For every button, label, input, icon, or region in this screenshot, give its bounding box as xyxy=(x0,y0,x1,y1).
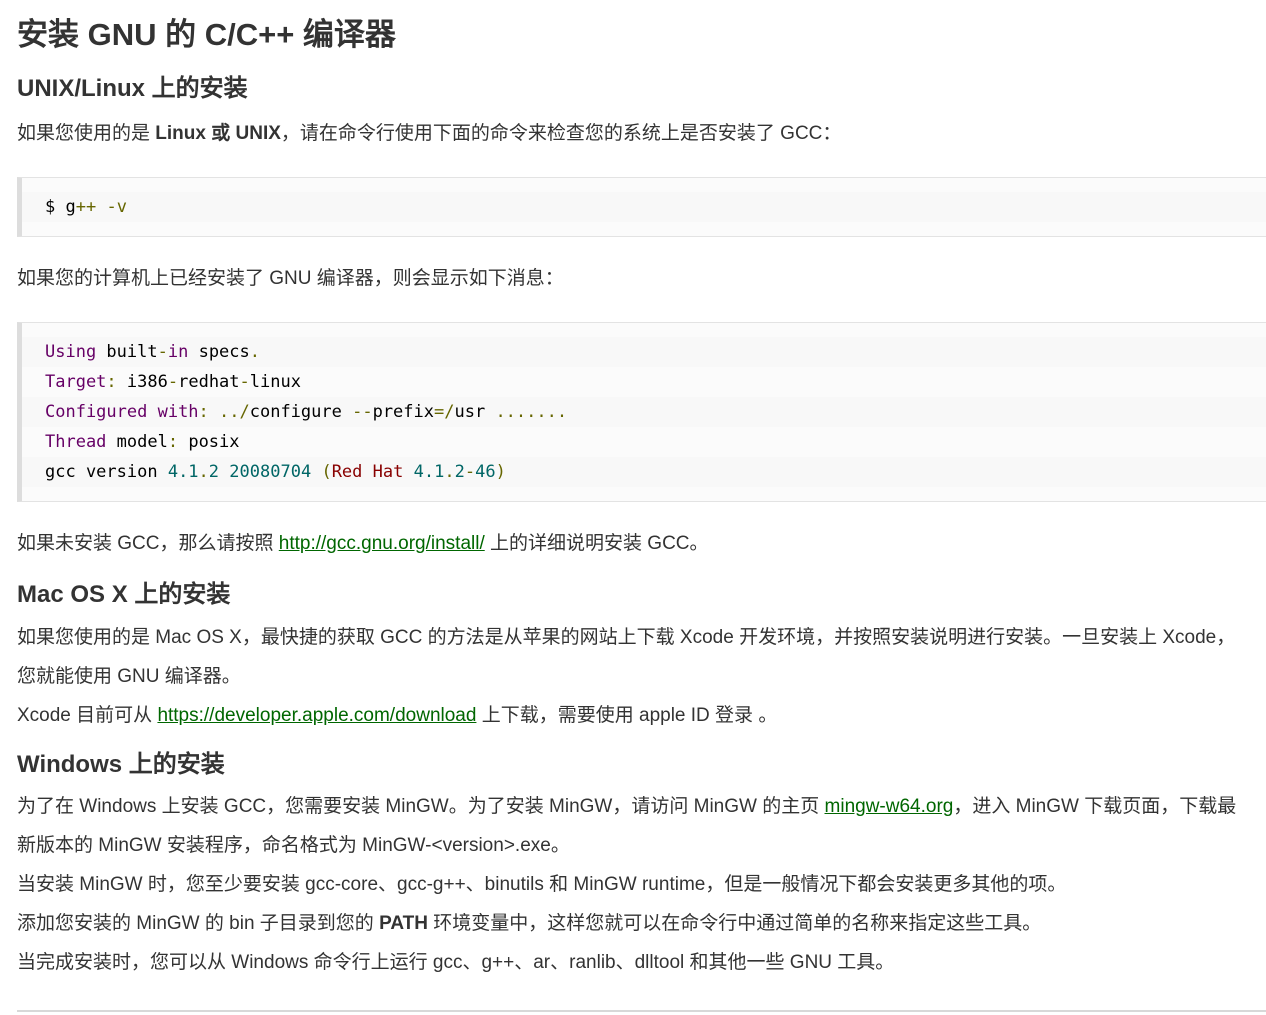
not-installed-text-pre: 如果未安装 GCC，那么请按照 xyxy=(17,533,279,554)
code-token: in xyxy=(167,342,189,362)
code-token: - xyxy=(167,372,179,392)
unix-intro-bold: Linux 或 UNIX xyxy=(155,123,281,144)
not-installed-text-post: 上的详细说明安装 GCC。 xyxy=(484,533,709,554)
not-installed-paragraph: 如果未安装 GCC，那么请按照 http://gcc.gnu.org/insta… xyxy=(17,524,1266,563)
code-block-check-gcc[interactable]: $ g++ -v xyxy=(17,177,1266,237)
code-token: . xyxy=(444,462,455,482)
heading-unix-install: UNIX/Linux 上的安装 xyxy=(17,75,248,102)
code-token: i386 xyxy=(116,372,168,392)
code-line: gcc version 4.1.2 20080704 (Red Hat 4.1.… xyxy=(22,457,1266,487)
code-token: with xyxy=(147,402,199,422)
code-token: : xyxy=(106,372,117,392)
unix-intro-text-pre: 如果您使用的是 xyxy=(17,123,156,144)
code-line: Target: i386-redhat-linux xyxy=(45,367,1266,397)
code-token: . xyxy=(249,342,261,362)
code-token: configure xyxy=(249,402,353,422)
windows-line1-text-pre: 为了在 Windows 上安装 GCC，您需要安装 MinGW。为了安装 Min… xyxy=(17,796,825,817)
windows-paragraph-line1: 为了在 Windows 上安装 GCC，您需要安装 MinGW。为了安装 Min… xyxy=(17,787,1266,826)
heading-mac-install: Mac OS X 上的安装 xyxy=(17,581,231,608)
code-token: 2 xyxy=(208,462,220,482)
code-token: usr xyxy=(454,402,496,422)
code-token: redhat xyxy=(178,372,240,392)
code-token: ) xyxy=(495,462,506,482)
windows-line4-text-pre: 添加您安装的 MinGW 的 bin 子目录到您的 xyxy=(17,913,380,934)
code-token: 46 xyxy=(475,462,496,482)
mac-paragraph-line1: 如果您使用的是 Mac OS X，最快捷的获取 GCC 的方法是从苹果的网站上下… xyxy=(17,627,1236,648)
code-token: $ g xyxy=(45,197,76,217)
apple-developer-download-link[interactable]: https://developer.apple.com/download xyxy=(157,705,476,726)
code-token: 20080704 xyxy=(229,462,312,482)
code-token: posix xyxy=(178,432,240,452)
code-token: 4.1 xyxy=(413,462,445,482)
code-token: 4.1 xyxy=(167,462,199,482)
code-token: ( xyxy=(321,462,332,482)
code-token: ++ xyxy=(75,197,97,217)
article-content: 安装 GNU 的 C/C++ 编译器 UNIX/Linux 上的安装 如果您使用… xyxy=(17,0,1266,982)
path-bold: PATH xyxy=(379,913,428,934)
code-token: linux xyxy=(249,372,301,392)
bottom-divider xyxy=(17,1010,1266,1012)
windows-paragraph-line5: 当完成安装时，您可以从 Windows 命令行上运行 gcc、g++、ar、ra… xyxy=(17,952,895,973)
code-token: Red xyxy=(331,462,363,482)
code-token: gcc version xyxy=(45,462,168,482)
gcc-install-link[interactable]: http://gcc.gnu.org/install/ xyxy=(279,533,485,554)
code-token: Hat xyxy=(372,462,404,482)
code-token: specs xyxy=(188,342,250,362)
code-token: : xyxy=(167,432,179,452)
windows-paragraph-line2: 新版本的 MinGW 安装程序，命名格式为 MinGW-<version>.ex… xyxy=(17,835,570,856)
code-token: Using xyxy=(45,342,97,362)
code-token: . xyxy=(198,462,209,482)
code-line: Configured with: ../configure --prefix=/… xyxy=(22,397,1266,427)
code-token: -v xyxy=(106,197,127,217)
windows-paragraph-line3: 当安装 MinGW 时，您至少要安装 gcc-core、gcc-g++、binu… xyxy=(17,874,1067,895)
windows-line4-text-post: 环境变量中，这样您就可以在命令行中通过简单的名称来指定这些工具。 xyxy=(427,913,1042,934)
code-token: : ../ xyxy=(198,402,250,422)
unix-intro-paragraph: 如果您使用的是 Linux 或 UNIX，请在命令行使用下面的命令来检查您的系统… xyxy=(17,114,1266,153)
page-title: 安装 GNU 的 C/C++ 编译器 xyxy=(17,17,396,52)
code-line: Using built-in specs. xyxy=(22,337,1266,367)
code-token: -- xyxy=(352,402,373,422)
code-line: Thread model: posix xyxy=(45,427,1266,457)
mac-paragraph-line2: 您就能使用 GNU 编译器。 xyxy=(17,666,241,687)
mac-xcode-paragraph: Xcode 目前可从 https://developer.apple.com/d… xyxy=(17,696,1266,735)
code-token: =/ xyxy=(434,402,455,422)
windows-paragraph-line4: 添加您安装的 MinGW 的 bin 子目录到您的 PATH 环境变量中，这样您… xyxy=(17,904,1266,943)
code-token: Thread xyxy=(45,432,107,452)
installed-message-paragraph: 如果您的计算机上已经安装了 GNU 编译器，则会显示如下消息： xyxy=(17,268,564,289)
code-token: Target xyxy=(45,372,107,392)
code-block-gcc-output[interactable]: Using built-in specs. Target: i386-redha… xyxy=(17,322,1266,502)
code-token: Configured xyxy=(45,402,148,422)
mac-xcode-text-pre: Xcode 目前可从 xyxy=(17,705,158,726)
code-token: - xyxy=(157,342,168,362)
code-token: - xyxy=(239,372,250,392)
heading-windows-install: Windows 上的安装 xyxy=(17,751,225,778)
code-token: prefix xyxy=(372,402,434,422)
mingw-homepage-link[interactable]: mingw-w64.org xyxy=(825,796,954,817)
code-token: - xyxy=(464,462,476,482)
code-token: ....... xyxy=(495,402,568,422)
unix-intro-text-post: ，请在命令行使用下面的命令来检查您的系统上是否安装了 GCC： xyxy=(280,123,842,144)
windows-line1-text-post: ，进入 MinGW 下载页面，下载最 xyxy=(953,796,1237,817)
code-token: 2 xyxy=(454,462,465,482)
mac-xcode-text-post: 上下载，需要使用 apple ID 登录 。 xyxy=(476,705,778,726)
code-line: $ g++ -v xyxy=(22,192,1266,222)
code-token: built xyxy=(96,342,158,362)
code-token: model xyxy=(106,432,168,452)
